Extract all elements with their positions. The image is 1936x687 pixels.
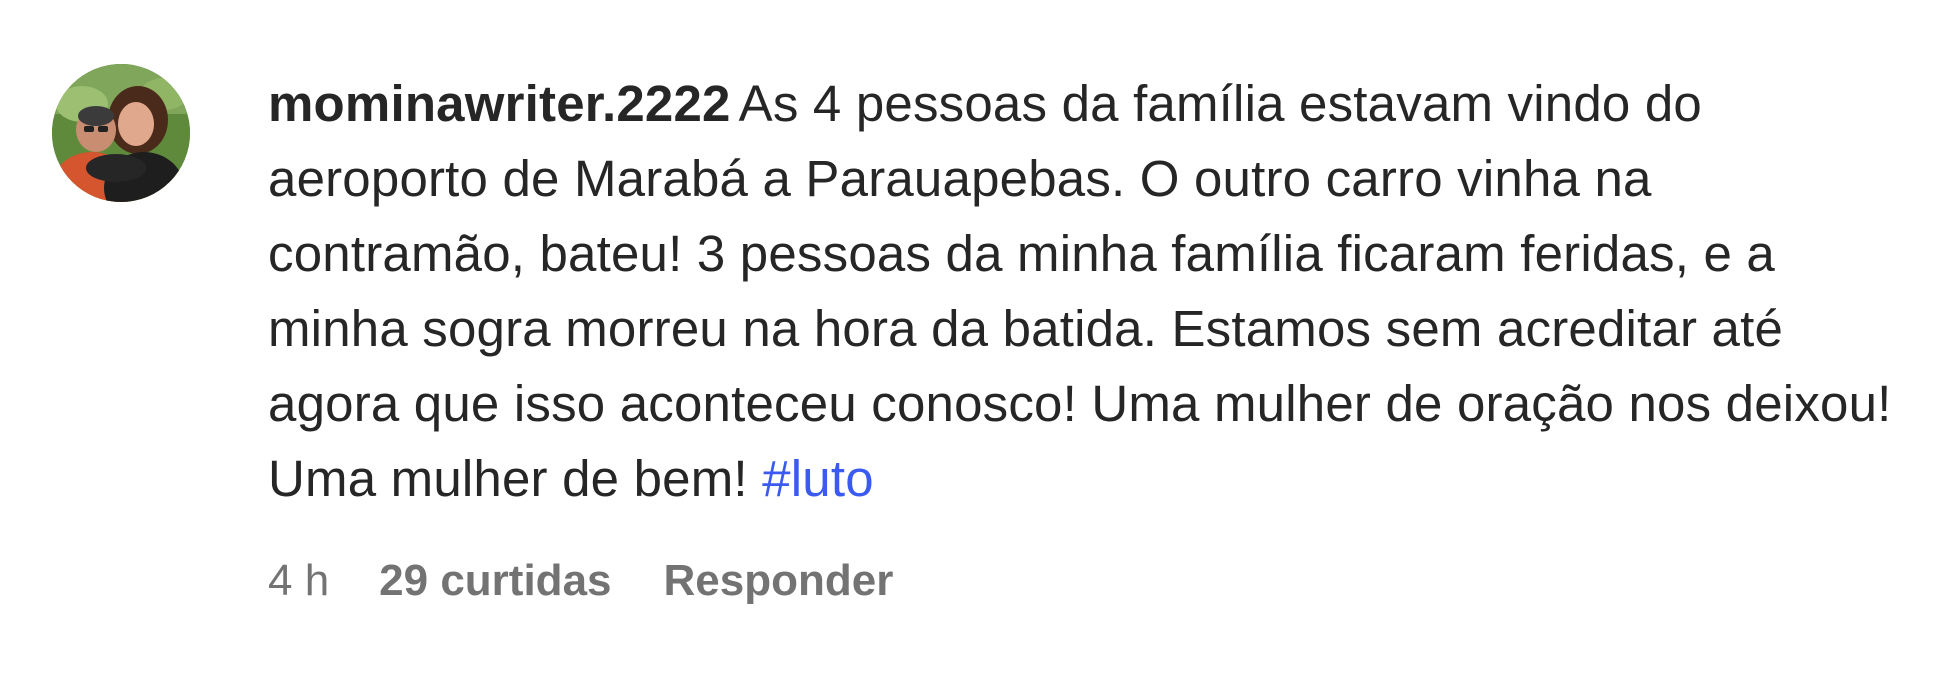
hashtag-link[interactable]: #luto xyxy=(762,450,874,507)
comment-message: As 4 pessoas da família estavam vindo do… xyxy=(268,75,1892,507)
reply-button[interactable]: Responder xyxy=(664,556,894,606)
comment-timestamp[interactable]: 4 h xyxy=(268,556,329,606)
comment-text: mominawriter.2222 As 4 pessoas da família… xyxy=(268,66,1908,516)
comment-meta: 4 h 29 curtidas Responder xyxy=(268,556,893,606)
comment-username[interactable]: mominawriter.2222 xyxy=(268,75,731,132)
comment-body: mominawriter.2222 As 4 pessoas da família… xyxy=(268,66,1908,516)
likes-count[interactable]: 29 curtidas xyxy=(379,556,611,606)
avatar[interactable] xyxy=(52,64,190,202)
comment: mominawriter.2222 As 4 pessoas da família… xyxy=(0,0,1936,687)
avatar-photo xyxy=(52,64,190,202)
